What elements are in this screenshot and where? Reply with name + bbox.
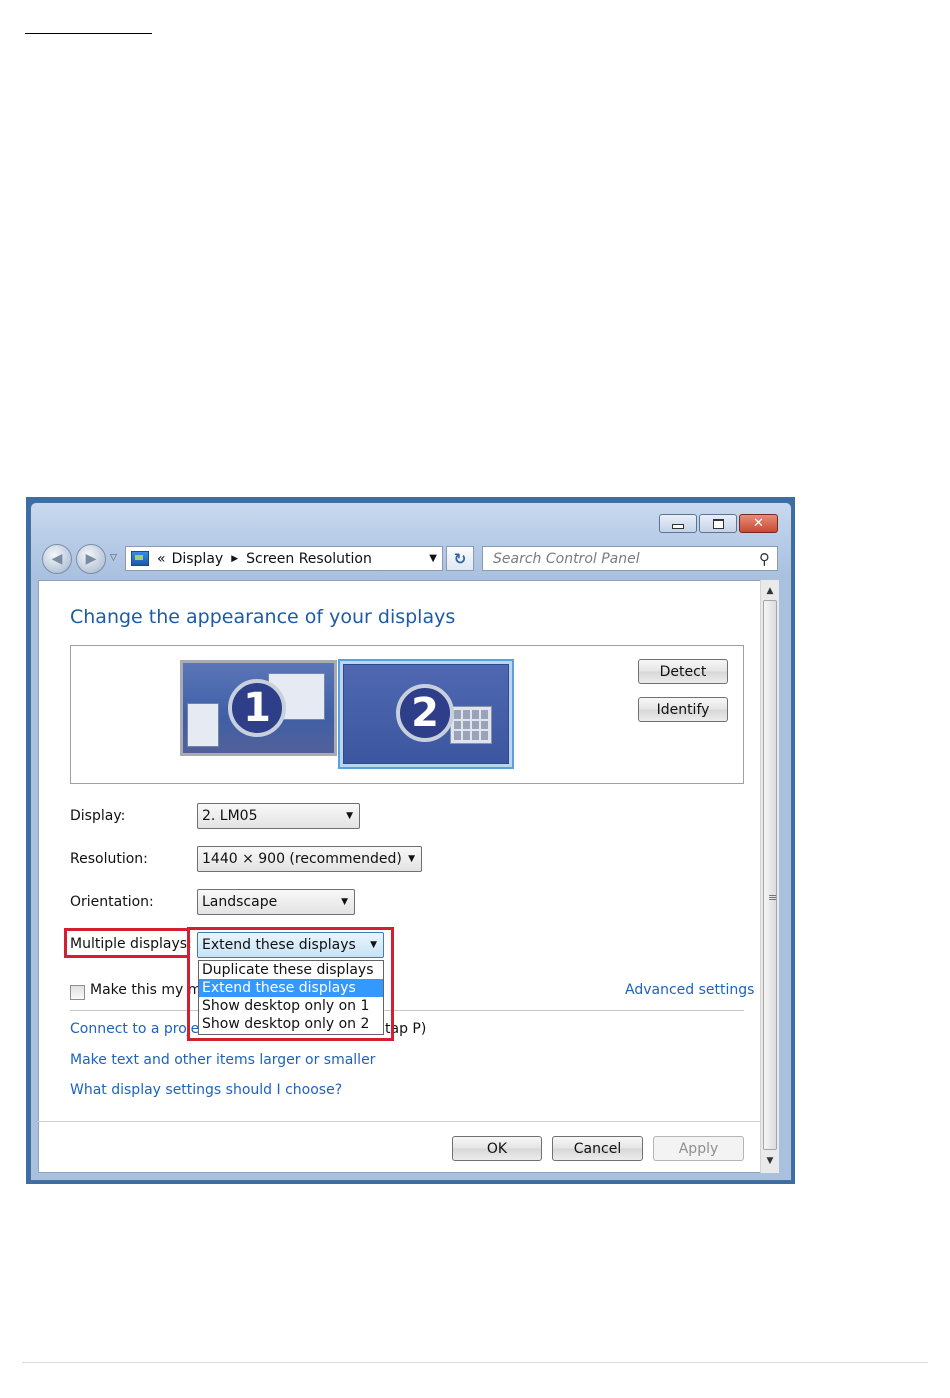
address-bar[interactable]: « Display ▶ Screen Resolution ▼ <box>125 546 443 571</box>
identify-button[interactable]: Identify <box>638 697 728 722</box>
address-dropdown-icon[interactable]: ▼ <box>429 553 437 564</box>
resolution-select[interactable]: 1440 × 900 (recommended) ▼ <box>197 846 422 872</box>
caption-buttons: ✕ <box>659 514 780 534</box>
maximize-icon <box>712 518 724 529</box>
close-button[interactable]: ✕ <box>739 514 778 533</box>
search-input[interactable]: Search Control Panel ⚲ <box>482 546 778 571</box>
breadcrumb-overflow[interactable]: « <box>157 551 166 567</box>
chevron-down-icon: ▼ <box>341 897 348 907</box>
forward-arrow-icon: ▶ <box>85 551 97 567</box>
chevron-down-icon: ▼ <box>346 811 353 821</box>
orientation-select[interactable]: Landscape ▼ <box>197 889 355 915</box>
scroll-down-icon[interactable]: ▼ <box>761 1152 779 1170</box>
control-panel-icon <box>131 551 149 566</box>
monitor-2-grid-icon <box>450 706 492 744</box>
minimize-icon <box>672 524 684 529</box>
detect-button[interactable]: Detect <box>638 659 728 684</box>
ok-button[interactable]: OK <box>452 1136 542 1161</box>
bottom-rule <box>22 1362 928 1363</box>
minimize-button[interactable] <box>659 514 697 533</box>
display-select-value: 2. LM05 <box>202 808 258 824</box>
connect-projector-link[interactable]: Connect to a proje <box>70 1021 199 1037</box>
cancel-button[interactable]: Cancel <box>552 1136 643 1161</box>
footer-divider <box>38 1121 760 1122</box>
breadcrumb-display[interactable]: Display <box>172 551 224 567</box>
forward-button[interactable]: ▶ <box>76 544 106 574</box>
scroll-grip-icon: ≡ <box>768 891 778 904</box>
chevron-down-icon: ▼ <box>408 854 415 864</box>
highlight-multiple-displays-label <box>64 928 190 958</box>
scroll-thumb[interactable]: ≡ <box>763 600 777 1150</box>
orientation-select-value: Landscape <box>202 894 278 910</box>
resolution-select-value: 1440 × 900 (recommended) <box>202 851 402 867</box>
scroll-up-icon[interactable]: ▲ <box>761 582 779 600</box>
display-select[interactable]: 2. LM05 ▼ <box>197 803 360 829</box>
section-divider <box>70 1010 744 1011</box>
highlight-multiple-displays-dropdown <box>187 927 394 1041</box>
maximize-button[interactable] <box>699 514 737 533</box>
recent-pages-dropdown-icon[interactable]: ▽ <box>110 553 117 563</box>
monitor-1-window-thumbnail <box>187 703 219 747</box>
breadcrumb-screen-resolution[interactable]: Screen Resolution <box>246 551 372 567</box>
monitor-2-number: 2 <box>396 684 454 742</box>
display-help-link[interactable]: What display settings should I choose? <box>70 1082 342 1098</box>
display-label: Display: <box>70 808 126 824</box>
refresh-icon: ↻ <box>453 549 467 568</box>
breadcrumb-arrow-icon[interactable]: ▶ <box>231 554 238 564</box>
text-size-link[interactable]: Make text and other items larger or smal… <box>70 1052 375 1068</box>
apply-button[interactable]: Apply <box>653 1136 744 1161</box>
back-button[interactable]: ◀ <box>42 544 72 574</box>
close-icon: ✕ <box>753 516 764 531</box>
monitor-1-number: 1 <box>228 679 286 737</box>
top-rule <box>25 33 152 34</box>
advanced-settings-link[interactable]: Advanced settings <box>625 982 754 998</box>
refresh-button[interactable]: ↻ <box>446 546 474 571</box>
search-placeholder: Search Control Panel <box>493 550 640 567</box>
vertical-scrollbar[interactable]: ▲ ≡ ▼ <box>760 580 779 1173</box>
page-title: Change the appearance of your displays <box>70 606 456 628</box>
orientation-label: Orientation: <box>70 894 154 910</box>
resolution-label: Resolution: <box>70 851 148 867</box>
search-icon[interactable]: ⚲ <box>759 550 770 568</box>
back-arrow-icon: ◀ <box>51 551 63 567</box>
main-display-checkbox[interactable] <box>70 985 85 1000</box>
